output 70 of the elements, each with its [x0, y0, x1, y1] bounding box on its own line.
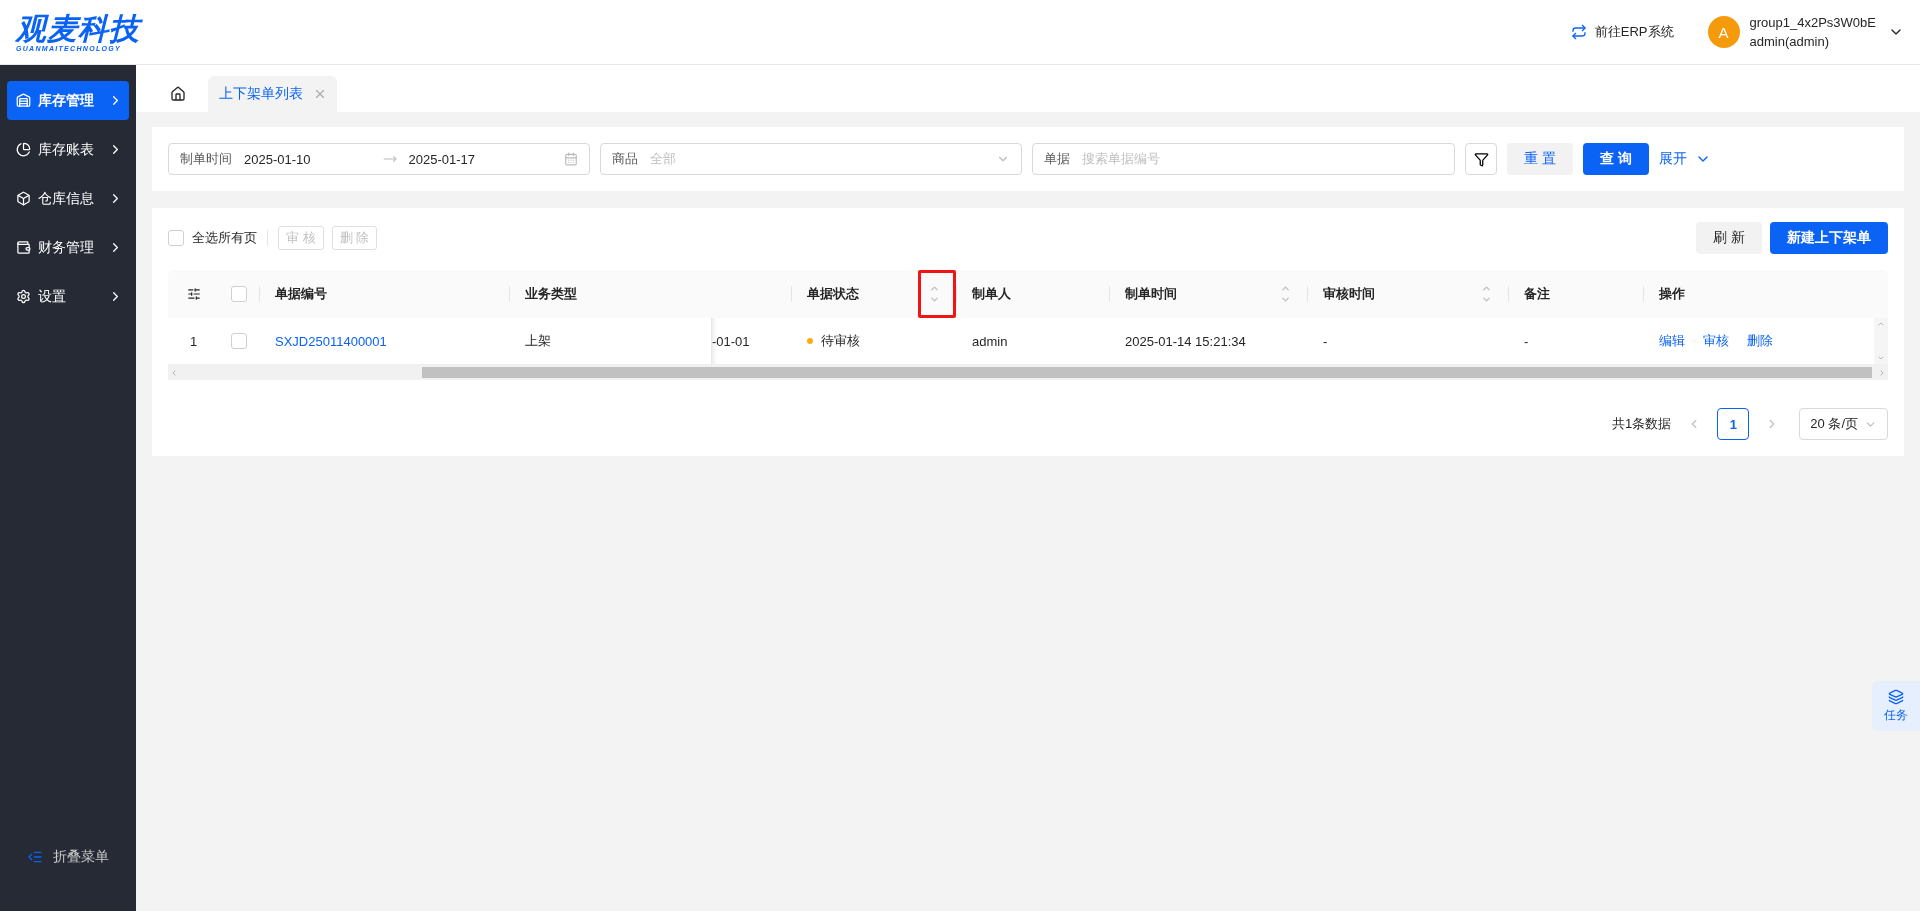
- scroll-up-icon[interactable]: [1877, 320, 1885, 328]
- sort-icon[interactable]: [929, 283, 940, 305]
- select-all-label: 全选所有页: [192, 229, 257, 247]
- sidebar-item[interactable]: 财务管理: [7, 228, 129, 267]
- row-number: 1: [189, 333, 198, 349]
- table-cell: 上架: [525, 332, 551, 350]
- table-cell: -: [1524, 333, 1529, 349]
- column-header: 审核时间: [1323, 285, 1375, 303]
- column-header: 单据状态: [807, 285, 859, 303]
- scroll-down-icon[interactable]: [1877, 354, 1885, 362]
- sidebar-item[interactable]: 仓库信息: [7, 179, 129, 218]
- refresh-button[interactable]: 刷 新: [1696, 222, 1762, 254]
- filter-icon: [1473, 151, 1489, 167]
- vertical-scrollbar[interactable]: [1874, 318, 1888, 364]
- expand-link[interactable]: 展开: [1658, 150, 1711, 168]
- column-header: 操作: [1659, 285, 1685, 303]
- scrollbar-thumb[interactable]: [422, 367, 1872, 378]
- repeat-icon: [1570, 24, 1587, 40]
- product-select[interactable]: 商品 全部: [600, 143, 1022, 175]
- select-all-checkbox[interactable]: [168, 230, 184, 246]
- sidebar-item[interactable]: 库存管理: [7, 81, 129, 120]
- user-role: admin(admin): [1749, 34, 1830, 49]
- create-button[interactable]: 新建上下架单: [1770, 222, 1888, 254]
- document-link[interactable]: SXJD25011400001: [275, 333, 387, 349]
- header-checkbox[interactable]: [231, 286, 247, 302]
- settings-icon: [16, 289, 31, 304]
- sort-icon[interactable]: [1280, 283, 1291, 305]
- page-number[interactable]: 1: [1717, 408, 1750, 440]
- column-header: 业务类型: [525, 285, 577, 303]
- page-tab[interactable]: 上下架单列表: [208, 76, 337, 112]
- filter-button[interactable]: [1465, 143, 1497, 175]
- scroll-right-icon[interactable]: [1878, 368, 1886, 377]
- column-header: 单据编号: [275, 285, 327, 303]
- page-size-select[interactable]: 20 条/页: [1799, 408, 1888, 440]
- sidebar-item[interactable]: 库存账表: [7, 130, 129, 169]
- action-link[interactable]: 删除: [1747, 332, 1773, 350]
- column-header: 备注: [1524, 285, 1550, 303]
- user-name: group1_4x2Ps3W0bE: [1749, 15, 1876, 30]
- collapse-menu[interactable]: 折叠菜单: [7, 837, 129, 877]
- search-button[interactable]: 查 询: [1582, 143, 1649, 175]
- table-cell: -01-01: [712, 333, 750, 349]
- collapse-menu-icon: [27, 849, 43, 865]
- column-settings-icon[interactable]: [186, 287, 201, 301]
- horizontal-scrollbar[interactable]: [168, 365, 1888, 380]
- total-count: 共1条数据: [1612, 415, 1672, 433]
- column-header: 制单时间: [1125, 285, 1177, 303]
- action-link[interactable]: 审核: [1703, 332, 1729, 350]
- calendar-icon: [564, 152, 578, 166]
- document-search-field[interactable]: 单据 搜索单据编号: [1032, 143, 1455, 175]
- sidebar-item[interactable]: 设置: [7, 277, 129, 316]
- layers-icon: [1888, 688, 1904, 705]
- close-icon[interactable]: [313, 87, 327, 101]
- wallet-icon: [16, 240, 31, 255]
- table-cell: 2025-01-14 15:21:34: [1125, 333, 1246, 349]
- reset-button[interactable]: 重 置: [1507, 143, 1573, 175]
- table-cell: -: [1323, 333, 1328, 349]
- erp-link[interactable]: 前往ERP系统: [1570, 23, 1674, 41]
- row-checkbox[interactable]: [231, 333, 247, 349]
- table-cell: admin: [972, 333, 1008, 349]
- column-header: 制单人: [972, 285, 1011, 303]
- cube-icon: [16, 191, 31, 206]
- warehouse-icon: [16, 93, 31, 108]
- date-range-field[interactable]: 制单时间 2025-01-10 2025-01-17: [168, 143, 590, 175]
- sort-icon[interactable]: [1481, 283, 1492, 305]
- scroll-left-icon[interactable]: [170, 368, 178, 377]
- task-button[interactable]: 任务: [1872, 681, 1920, 731]
- status-text: 待审核: [821, 332, 860, 350]
- action-link[interactable]: 编辑: [1659, 332, 1685, 350]
- pie-chart-icon: [16, 142, 31, 157]
- home-icon: [170, 86, 186, 102]
